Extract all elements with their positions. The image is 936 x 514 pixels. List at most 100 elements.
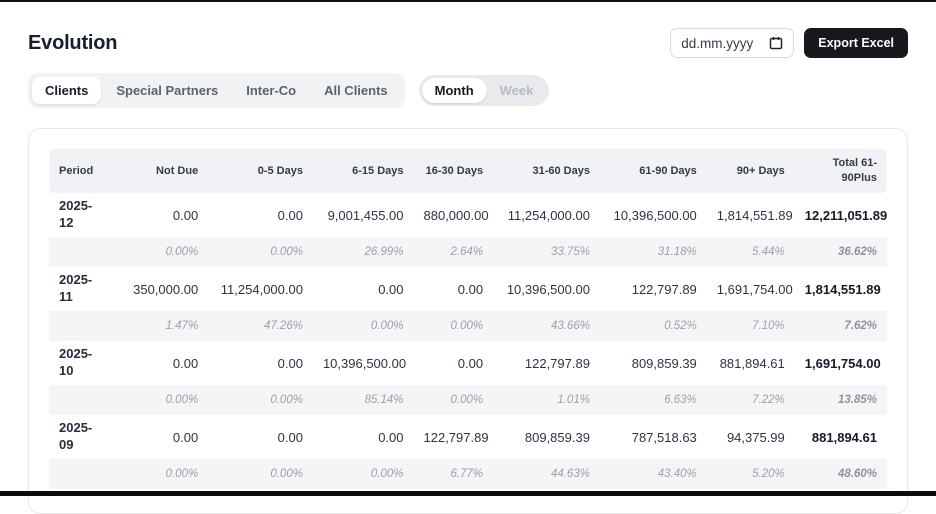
date-field[interactable] (670, 28, 794, 58)
page: Evolution Export Excel ClientsSpecial Pa… (0, 28, 936, 514)
period-cell: 2025-09 (49, 415, 112, 459)
percent-cell: 0.00% (414, 385, 494, 415)
percent-cell: 7.22% (707, 385, 795, 415)
empty-period-cell (49, 311, 112, 341)
value-cell: 1,691,754.00 (707, 267, 795, 311)
total-percent-cell: 36.62% (795, 237, 887, 267)
toggle-month[interactable]: Month (422, 78, 487, 103)
total-percent-cell: 13.85% (795, 385, 887, 415)
table-row-2025-10-percents: 0.00%0.00%85.14%0.00%1.01%6.63%7.22%13.8… (49, 385, 887, 415)
percent-cell: 0.00% (414, 311, 494, 341)
total-percent-cell: 48.60% (795, 459, 887, 489)
percent-cell: 6.77% (414, 459, 494, 489)
column-header-period: Period (49, 149, 112, 193)
table-card: PeriodNot Due0-5 Days6-15 Days16-30 Days… (28, 128, 908, 514)
value-cell: 881,894.61 (707, 341, 795, 385)
total-value-cell: 12,211,051.89 (795, 193, 887, 237)
total-value-cell: 1,691,754.00 (795, 341, 887, 385)
column-header-not-due: Not Due (112, 149, 208, 193)
window-bottom-border (0, 491, 936, 496)
value-cell: 0.00 (112, 193, 208, 237)
value-cell: 0.00 (112, 415, 208, 459)
value-cell: 122,797.89 (414, 415, 494, 459)
value-cell: 809,859.39 (493, 415, 600, 459)
percent-cell: 0.00% (313, 459, 414, 489)
value-cell: 9,001,455.00 (313, 193, 414, 237)
percent-cell: 0.00% (313, 311, 414, 341)
percent-cell: 47.26% (208, 311, 313, 341)
date-input[interactable] (681, 36, 761, 51)
table-row-2025-12: 2025-120.000.009,001,455.00880,000.0011,… (49, 193, 887, 237)
percent-cell: 1.01% (493, 385, 600, 415)
percent-cell: 7.10% (707, 311, 795, 341)
total-value-cell: 1,814,551.89 (795, 267, 887, 311)
column-header-6-15-days: 6-15 Days (313, 149, 414, 193)
header-controls: Export Excel (670, 28, 908, 58)
period-cell: 2025-10 (49, 341, 112, 385)
value-cell: 880,000.00 (414, 193, 494, 237)
value-cell: 94,375.99 (707, 415, 795, 459)
column-header-0-5-days: 0-5 Days (208, 149, 313, 193)
column-header-total-61-90plus: Total 61-90Plus (795, 149, 887, 193)
percent-cell: 5.20% (707, 459, 795, 489)
percent-cell: 0.00% (112, 385, 208, 415)
table-header-row: PeriodNot Due0-5 Days6-15 Days16-30 Days… (49, 149, 887, 193)
percent-cell: 43.66% (493, 311, 600, 341)
percent-cell: 26.99% (313, 237, 414, 267)
page-title: Evolution (28, 32, 117, 55)
value-cell: 10,396,500.00 (313, 341, 414, 385)
table-row-2025-12-percents: 0.00%0.00%26.99%2.64%33.75%31.18%5.44%36… (49, 237, 887, 267)
value-cell: 122,797.89 (493, 341, 600, 385)
tab-special-partners[interactable]: Special Partners (103, 77, 231, 104)
value-cell: 0.00 (414, 267, 494, 311)
export-excel-button[interactable]: Export Excel (804, 28, 908, 58)
percent-cell: 33.75% (493, 237, 600, 267)
value-cell: 350,000.00 (112, 267, 208, 311)
table-row-2025-09: 2025-090.000.000.00122,797.89809,859.397… (49, 415, 887, 459)
value-cell: 0.00 (208, 415, 313, 459)
percent-cell: 0.52% (600, 311, 707, 341)
value-cell: 1,814,551.89 (707, 193, 795, 237)
value-cell: 122,797.89 (600, 267, 707, 311)
column-header-90-days: 90+ Days (707, 149, 795, 193)
value-cell: 11,254,000.00 (493, 193, 600, 237)
percent-cell: 0.00% (208, 459, 313, 489)
toggle-week[interactable]: Week (487, 78, 547, 103)
empty-period-cell (49, 385, 112, 415)
total-percent-cell: 7.62% (795, 311, 887, 341)
percent-cell: 43.40% (600, 459, 707, 489)
tab-inter-co[interactable]: Inter-Co (233, 77, 309, 104)
empty-period-cell (49, 237, 112, 267)
tab-all-clients[interactable]: All Clients (311, 77, 401, 104)
total-value-cell: 881,894.61 (795, 415, 887, 459)
window-top-border (0, 0, 936, 2)
table-row-2025-09-percents: 0.00%0.00%0.00%6.77%44.63%43.40%5.20%48.… (49, 459, 887, 489)
value-cell: 0.00 (313, 415, 414, 459)
calendar-icon[interactable] (769, 36, 783, 50)
percent-cell: 0.00% (112, 459, 208, 489)
tab-clients[interactable]: Clients (32, 77, 101, 104)
percent-cell: 31.18% (600, 237, 707, 267)
period-cell: 2025-11 (49, 267, 112, 311)
percent-cell: 0.00% (112, 237, 208, 267)
percent-cell: 1.47% (112, 311, 208, 341)
value-cell: 809,859.39 (600, 341, 707, 385)
table-row-2025-11-percents: 1.47%47.26%0.00%0.00%43.66%0.52%7.10%7.6… (49, 311, 887, 341)
value-cell: 0.00 (313, 267, 414, 311)
table-body: 2025-120.000.009,001,455.00880,000.0011,… (49, 193, 887, 489)
percent-cell: 85.14% (313, 385, 414, 415)
value-cell: 0.00 (414, 341, 494, 385)
empty-period-cell (49, 459, 112, 489)
period-toggle: MonthWeek (419, 75, 550, 106)
column-header-61-90-days: 61-90 Days (600, 149, 707, 193)
value-cell: 10,396,500.00 (493, 267, 600, 311)
percent-cell: 5.44% (707, 237, 795, 267)
percent-cell: 2.64% (414, 237, 494, 267)
percent-cell: 0.00% (208, 237, 313, 267)
percent-cell: 44.63% (493, 459, 600, 489)
value-cell: 787,518.63 (600, 415, 707, 459)
percent-cell: 0.00% (208, 385, 313, 415)
filters-row: ClientsSpecial PartnersInter-CoAll Clien… (28, 73, 908, 108)
table-row-2025-10: 2025-100.000.0010,396,500.000.00122,797.… (49, 341, 887, 385)
column-header-31-60-days: 31-60 Days (493, 149, 600, 193)
